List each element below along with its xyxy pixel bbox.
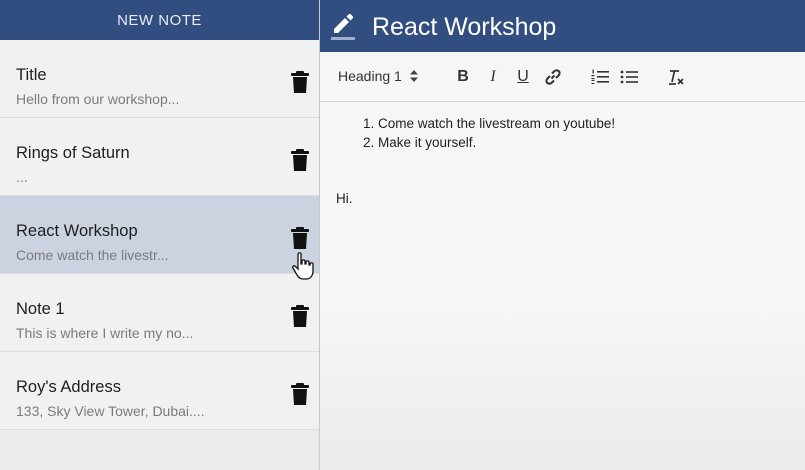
trash-icon[interactable] [291,71,309,93]
bold-button[interactable]: B [453,67,473,87]
note-item[interactable]: Note 1 This is where I write my no... [0,274,319,352]
list-item: Come watch the livestream on youtube! [378,114,615,133]
note-item[interactable]: Rings of Saturn ... [0,118,319,196]
sidebar: NEW NOTE Title Hello from our workshop..… [0,0,320,470]
ordered-list-button[interactable] [590,67,610,87]
trash-icon[interactable] [291,227,309,249]
bullet-list-button[interactable] [619,67,639,87]
note-list: Title Hello from our workshop... Rings o… [0,40,319,430]
note-preview: Hello from our workshop... [16,91,180,107]
note-item[interactable]: Roy's Address 133, Sky View Tower, Dubai… [0,352,319,430]
trash-icon[interactable] [291,305,309,327]
new-note-button[interactable]: NEW NOTE [0,0,319,40]
link-icon [545,69,561,85]
list-item: Make it yourself. [378,133,615,152]
note-item[interactable]: Title Hello from our workshop... [0,40,319,118]
italic-button[interactable]: I [483,67,503,87]
trash-icon[interactable] [291,383,309,405]
note-preview: ... [16,169,28,185]
note-title: React Workshop [16,222,138,240]
up-down-caret-icon [409,70,418,82]
heading-select-label: Heading 1 [338,68,402,84]
heading-select[interactable]: Heading 1 [338,68,418,84]
note-title: Roy's Address [16,378,121,396]
note-title-heading[interactable]: React Workshop [372,13,556,42]
editor-toolbar: Heading 1 B I U [320,52,805,102]
note-item-selected[interactable]: React Workshop Come watch the livestr... [0,196,319,274]
note-preview: This is where I write my no... [16,325,194,341]
ordered-list: Come watch the livestream on youtube! Ma… [362,114,615,152]
editor-content[interactable]: Come watch the livestream on youtube! Ma… [320,102,805,470]
clear-format-button[interactable] [666,67,686,87]
bullet-list-icon [620,70,638,84]
link-button[interactable] [543,67,563,87]
underline-button[interactable]: U [513,67,533,87]
clear-format-icon [669,70,684,85]
pencil-icon[interactable] [331,12,355,40]
editor-header: React Workshop [320,0,805,52]
note-title: Title [16,66,47,84]
trash-icon[interactable] [291,149,309,171]
ordered-list-icon [591,69,609,84]
note-title: Rings of Saturn [16,144,130,162]
note-preview: Come watch the livestr... [16,247,169,263]
note-preview: 133, Sky View Tower, Dubai.... [16,403,205,419]
paragraph: Hi. [336,191,353,206]
note-title: Note 1 [16,300,65,318]
